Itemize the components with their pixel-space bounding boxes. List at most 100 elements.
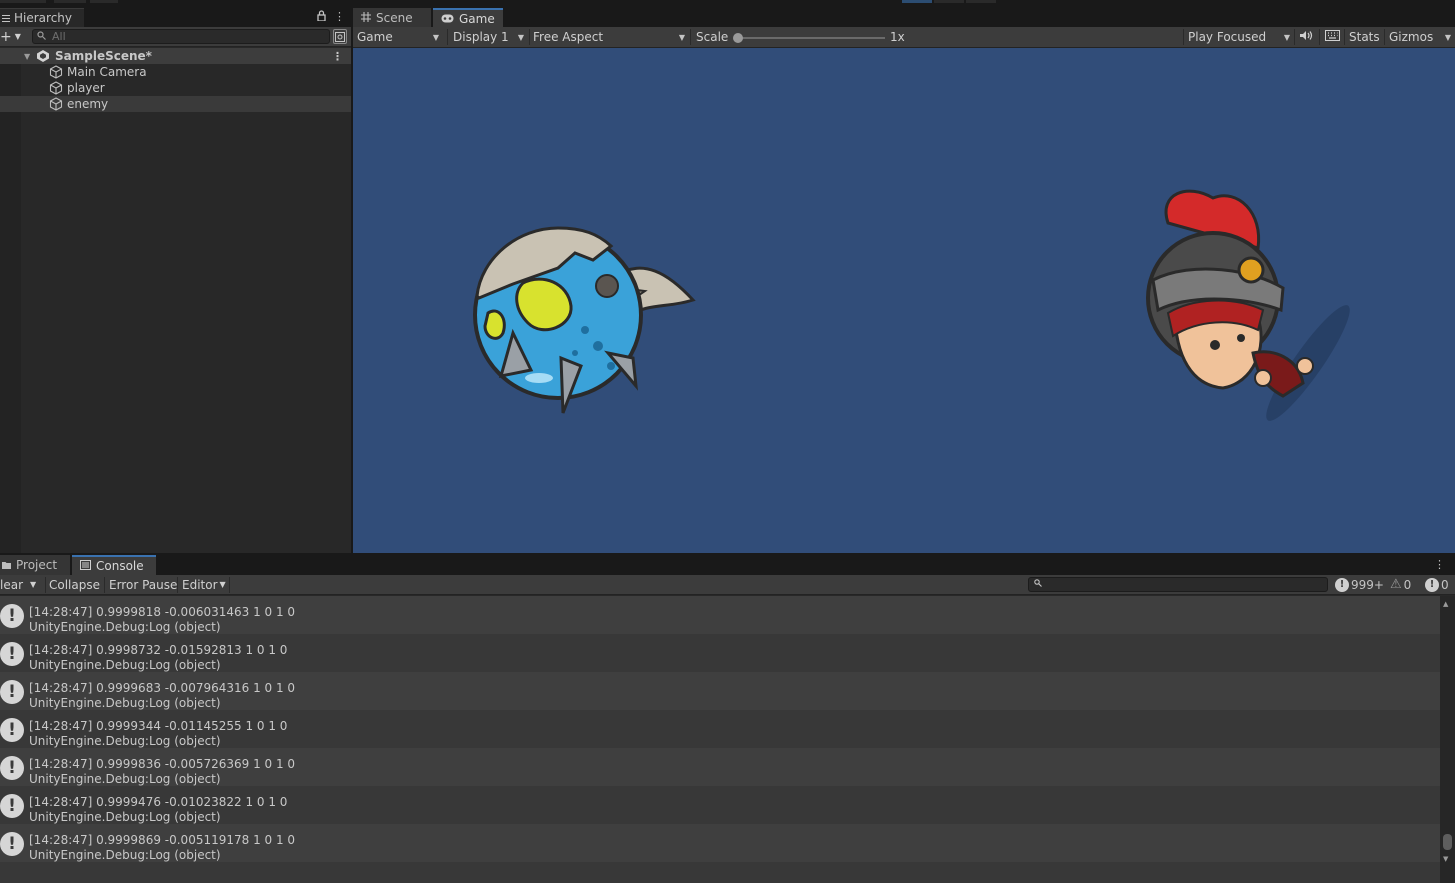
gizmos-label: Gizmos (1389, 30, 1434, 44)
foldout-arrow-icon[interactable]: ▼ (24, 52, 34, 61)
log-message: [14:28:47] 0.9999683 -0.007964316 1 0 1 … (29, 681, 296, 695)
pause-button-stub[interactable] (934, 0, 964, 3)
clear-label: lear (0, 577, 24, 592)
mute-audio-button[interactable] (1299, 27, 1313, 47)
search-placeholder: All (52, 30, 66, 43)
hierarchy-tabbar: Hierarchy ⋮ (0, 8, 351, 27)
log-count-toggle[interactable]: ! 999+ (1335, 575, 1384, 594)
chevron-down-icon: ▼ (432, 32, 439, 42)
info-icon: ! (0, 604, 24, 628)
hierarchy-item-main-camera[interactable]: Main Camera (0, 64, 351, 80)
game-scene-render (473, 189, 1350, 421)
aspect-dropdown[interactable]: Free Aspect ▼ (533, 27, 689, 47)
scale-slider-track[interactable] (737, 37, 885, 39)
game-canvas[interactable] (353, 48, 1455, 553)
tab-scene[interactable]: Scene (353, 8, 431, 27)
kebab-menu-icon[interactable]: ⋮ (334, 10, 345, 24)
hierarchy-item-label: enemy (67, 97, 109, 111)
editor-dropdown[interactable]: Editor ▼ (182, 575, 226, 594)
list-item[interactable]: ! [14:28:47] 0.9999476 -0.01023822 1 0 1… (0, 786, 1440, 824)
scene-row[interactable]: ▼ SampleScene* ⋮ (0, 48, 351, 64)
clear-button[interactable]: lear (0, 575, 28, 594)
tab-game[interactable]: Game (433, 8, 503, 27)
add-label: + (0, 28, 12, 45)
hierarchy-toolbar: + ▼ All (0, 27, 351, 47)
list-item[interactable]: ! [14:28:47] 0.9999683 -0.007964316 1 0 … (0, 672, 1440, 710)
log-count: 999+ (1351, 577, 1384, 592)
kebab-menu-icon[interactable]: ⋮ (332, 50, 343, 63)
divider (1319, 29, 1320, 45)
scene-name: SampleScene* (55, 49, 152, 63)
tab-project[interactable]: Project (0, 555, 70, 575)
collapse-toggle[interactable]: Collapse (49, 575, 100, 594)
top-tab-stub (54, 0, 86, 3)
console-search-input[interactable] (1028, 577, 1328, 592)
tab-label: Console (96, 559, 144, 573)
gizmos-dropdown[interactable]: Gizmos ▼ (1389, 27, 1453, 47)
cube-icon (49, 65, 63, 79)
shortcuts-button[interactable] (1325, 27, 1340, 47)
log-source: UnityEngine.Debug:Log (object) (29, 734, 221, 748)
mode-dropdown[interactable]: Game ▼ (357, 27, 443, 47)
console-log-list[interactable]: ! [14:28:47] 0.9999818 -0.006031463 1 0 … (0, 596, 1440, 883)
console-icon (80, 559, 91, 573)
divider (529, 29, 530, 45)
stats-label: Stats (1349, 30, 1380, 44)
folder-icon (2, 558, 11, 572)
add-object-button[interactable]: + ▼ (0, 28, 22, 45)
hierarchy-item-enemy[interactable]: enemy (0, 96, 351, 112)
hierarchy-panel: Hierarchy ⋮ + ▼ All ▼ SampleScene* ⋮ Mai… (0, 8, 351, 553)
play-focused-dropdown[interactable]: Play Focused ▼ (1188, 27, 1294, 47)
scroll-up-icon[interactable]: ▲ (1443, 600, 1448, 608)
divider (45, 577, 46, 593)
console-toolbar: lear ▼ Collapse Error Pause Editor ▼ ! 9… (0, 575, 1455, 595)
kebab-menu-icon[interactable]: ⋮ (1434, 558, 1445, 571)
window-top-strip (0, 0, 1455, 8)
lock-icon[interactable] (317, 10, 326, 24)
play-button-stub[interactable] (902, 0, 932, 3)
gamepad-icon (441, 12, 454, 26)
warning-count-toggle[interactable]: ⚠ 0 (1390, 575, 1411, 594)
divider (1384, 29, 1385, 45)
clear-options-dropdown[interactable]: ▼ (30, 575, 44, 594)
log-message: [14:28:47] 0.9998732 -0.01592813 1 0 1 0 (29, 643, 288, 657)
display-label: Display 1 (453, 30, 509, 44)
list-item[interactable]: ! [14:28:47] 0.9999818 -0.006031463 1 0 … (0, 596, 1440, 634)
list-item[interactable]: ! [14:28:47] 0.9999836 -0.005726369 1 0 … (0, 748, 1440, 786)
display-dropdown[interactable]: Display 1 ▼ (453, 27, 528, 47)
info-icon: ! (0, 756, 24, 780)
tab-label: Game (459, 11, 495, 26)
error-count-toggle[interactable]: ! 0 (1425, 575, 1449, 594)
list-item[interactable]: ! [14:28:47] 0.9999344 -0.01145255 1 0 1… (0, 710, 1440, 748)
scroll-down-icon[interactable]: ▼ (1443, 855, 1448, 863)
stats-button[interactable]: Stats (1349, 27, 1380, 47)
hierarchy-item-player[interactable]: player (0, 80, 351, 96)
list-item[interactable]: ! [14:28:47] 0.9998732 -0.01592813 1 0 1… (0, 634, 1440, 672)
hierarchy-item-label: player (67, 81, 105, 95)
list-item[interactable]: ! [14:28:47] 0.9999869 -0.005119178 1 0 … (0, 824, 1440, 862)
mode-label: Game (357, 30, 393, 44)
console-scrollbar[interactable]: ▲ ▼ (1440, 596, 1455, 883)
error-pause-label: Error Pause (109, 577, 178, 592)
scale-slider-thumb[interactable] (733, 33, 743, 43)
search-by-type-button[interactable] (333, 29, 347, 44)
top-tab-stub (0, 0, 46, 3)
chevron-down-icon: ▼ (678, 32, 685, 42)
divider (104, 577, 105, 593)
tab-console[interactable]: Console (72, 555, 156, 575)
log-message: [14:28:47] 0.9999869 -0.005119178 1 0 1 … (29, 833, 296, 847)
hamburger-icon (2, 11, 10, 25)
error-pause-toggle[interactable]: Error Pause (109, 575, 177, 594)
divider (690, 29, 691, 45)
hierarchy-search-input[interactable]: All (32, 29, 330, 44)
divider (229, 577, 230, 593)
chevron-down-icon: ▼ (1444, 32, 1451, 42)
list-item[interactable] (0, 862, 1440, 883)
scrollbar-thumb[interactable] (1443, 834, 1452, 850)
tab-hierarchy[interactable]: Hierarchy (0, 8, 84, 27)
step-button-stub[interactable] (966, 0, 996, 3)
divider (1294, 29, 1295, 45)
cube-icon (49, 81, 63, 95)
divider (177, 577, 178, 593)
collapse-label: Collapse (49, 577, 100, 592)
